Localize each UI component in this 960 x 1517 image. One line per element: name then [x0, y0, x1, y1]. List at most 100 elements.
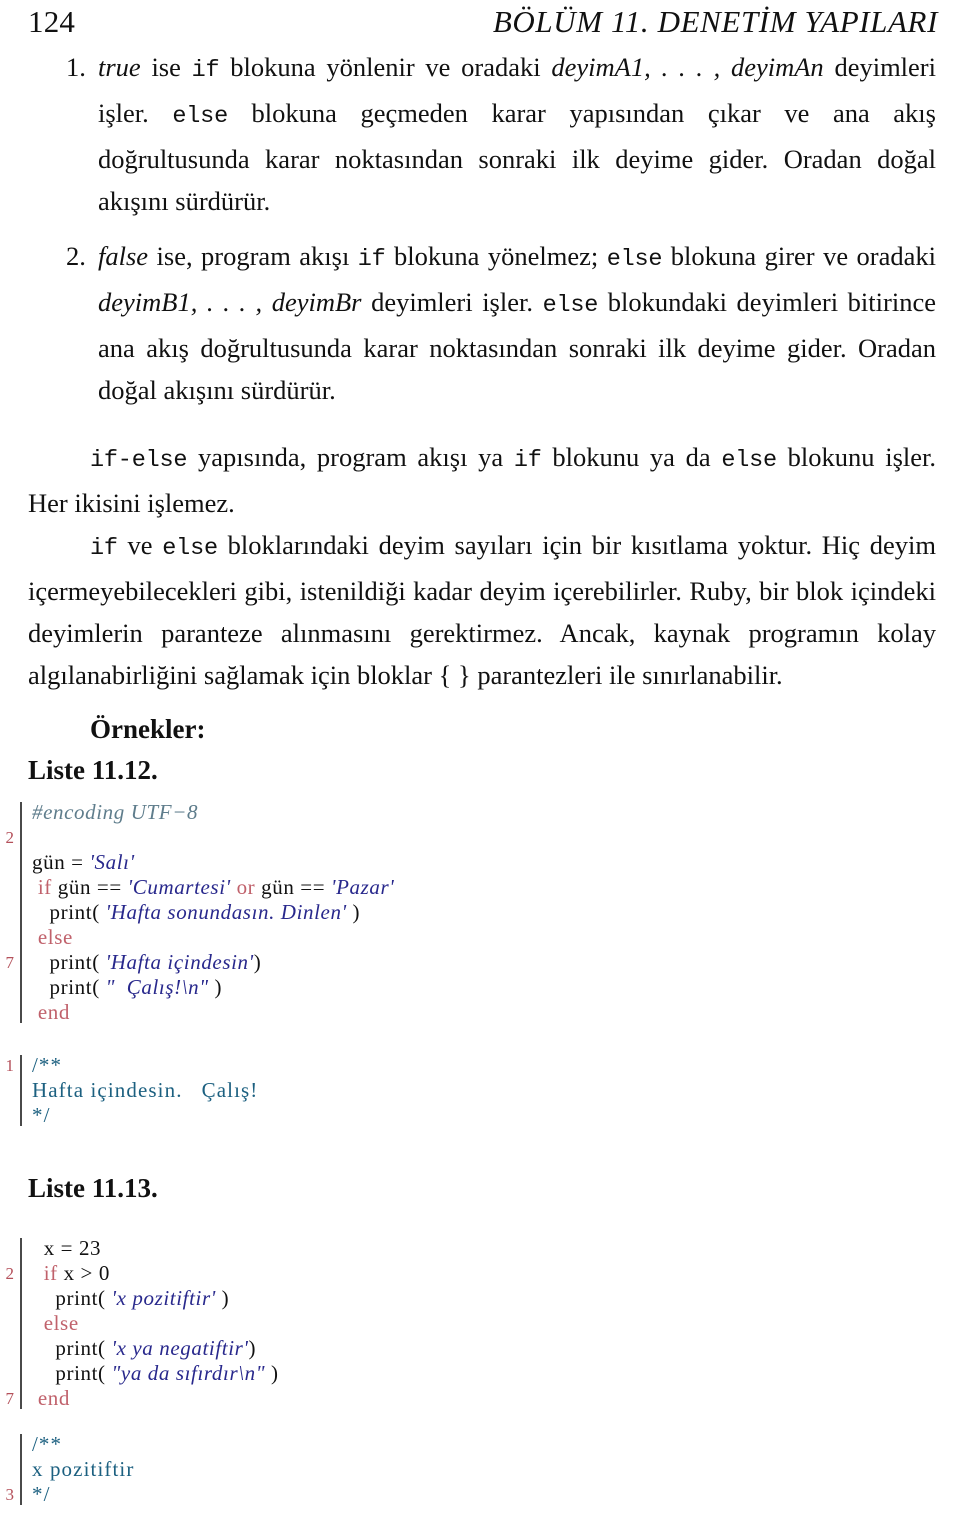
code-line: x = 23: [0, 1236, 940, 1261]
text-run-tt: else: [162, 535, 218, 562]
code-line: gün = 'Salı': [0, 850, 940, 875]
listing-caption-1113: Liste 11.13.: [28, 1173, 158, 1203]
listing-caption-1112: Liste 11.12.: [28, 755, 158, 785]
code-token-id: gün ==: [255, 875, 332, 899]
code-listing-1113-output: /** x pozitiftir 3 */: [0, 1432, 940, 1507]
text-run-tt: else: [542, 292, 599, 319]
numbered-list: 1. true ise if blokuna yönlenir ve orada…: [28, 46, 936, 411]
text-run-roman: blokuna yönlenir ve oradaki: [219, 52, 552, 82]
list-item: 2. false ise, program akışı if blokuna y…: [28, 235, 936, 411]
code-line: else: [0, 1311, 940, 1336]
text-run-roman: ise, program akışı: [148, 241, 358, 271]
code-token-id: gün =: [32, 850, 90, 874]
code-token-cm: #encoding UTF−8: [32, 800, 199, 824]
page-number: 124: [28, 4, 76, 39]
text-run-tt: else: [606, 246, 663, 273]
code-token-id: ): [215, 1286, 230, 1310]
code-line: Hafta içindesin. Çalış!: [0, 1078, 940, 1103]
text-run-roman: blokuna girer ve oradaki: [662, 241, 937, 271]
page-body: 1. true ise if blokuna yönlenir ve orada…: [28, 46, 936, 790]
code-line: print( 'x pozitiftir' ): [0, 1286, 940, 1311]
code-line-number: 1: [5, 1056, 15, 1075]
text-run-italic: false: [98, 241, 149, 271]
code-token-id: print(: [32, 975, 106, 999]
text-run-roman: blokunu ya da: [541, 442, 722, 472]
code-line: 7 end: [0, 1386, 940, 1411]
code-token-st: "ya da sıfırdır\n": [111, 1361, 266, 1385]
code-listing-1113-source: x = 23 2 if x > 0 print( 'x pozitiftir' )…: [0, 1236, 940, 1411]
text-run-tt: if: [357, 246, 386, 273]
code-listing-1112-source: #encoding UTF−8 2 gün = 'Salı' if gün == '…: [0, 800, 940, 1025]
text-run-tt: if-else: [90, 447, 188, 474]
paragraph-if-else-structure: if-else yapısında, program akışı ya if b…: [28, 436, 936, 524]
code-line: 2: [0, 825, 940, 850]
code-token-id: x > 0: [57, 1261, 110, 1285]
code-token-id: print(: [32, 1286, 112, 1310]
code-token-id: gün ==: [51, 875, 128, 899]
code-token-kw: if: [32, 1261, 58, 1285]
text-run-tt: if: [191, 57, 220, 84]
code-token-kw: else: [32, 925, 73, 949]
code-line: #encoding UTF−8: [0, 800, 940, 825]
code-token-st: 'Pazar': [331, 875, 395, 899]
text-run-tt: if: [513, 447, 542, 474]
code-token-id: print(: [32, 1336, 112, 1360]
code-line: print( 'Hafta sonundasın. Dinlen' ): [0, 900, 940, 925]
code-token-st: 'x ya negatiftir': [111, 1336, 249, 1360]
text-run-tt: if: [90, 535, 118, 562]
code-line-number: 2: [5, 1264, 15, 1283]
code-token-out: x pozitiftir: [32, 1457, 135, 1481]
text-run-roman: blokuna yönelmez;: [385, 241, 607, 271]
code-token-id: print(: [32, 1361, 112, 1385]
code-token-kw: if: [32, 875, 52, 899]
code-line: 3 */: [0, 1482, 940, 1507]
code-line: 7 print( 'Hafta içindesin'): [0, 950, 940, 975]
code-token-id: ): [208, 975, 223, 999]
code-token-id: print(: [32, 950, 106, 974]
text-run-tt: else: [172, 103, 228, 130]
output-lines: /** x pozitiftir 3 */: [0, 1432, 940, 1507]
code-token-st: 'Cumartesi': [127, 875, 231, 899]
listing-caption-block-1113: Liste 11.13.: [28, 1168, 158, 1208]
code-token-id: x = 23: [32, 1236, 102, 1260]
code-token-kw: or: [230, 875, 256, 899]
text-run-italic: true: [98, 52, 141, 82]
code-token-kw: else: [32, 1311, 79, 1335]
code-token-kw: end: [32, 1000, 70, 1024]
code-line-number: 3: [5, 1485, 15, 1504]
code-token-id: ): [248, 1336, 257, 1360]
code-listing-1112-output: 1 /** Hafta içindesin. Çalış! */: [0, 1053, 940, 1128]
code-line: x pozitiftir: [0, 1457, 940, 1482]
code-line: if gün == 'Cumartesi' or gün == 'Pazar': [0, 875, 940, 900]
code-line: 1 /**: [0, 1053, 940, 1078]
code-line: print( " Çalış!\n" ): [0, 975, 940, 1000]
code-line: */: [0, 1103, 940, 1128]
list-item: 1. true ise if blokuna yönlenir ve orada…: [28, 46, 936, 222]
code-line-number: 2: [5, 828, 15, 847]
list-marker: 2.: [66, 241, 86, 271]
code-token-id: print(: [32, 900, 106, 924]
text-run-roman: deyimleri işler.: [361, 287, 543, 317]
code-line: print( 'x ya negatiftir'): [0, 1336, 940, 1361]
code-token-id: ): [346, 900, 361, 924]
list-item-text: true ise if blokuna yönlenir ve oradaki …: [98, 46, 936, 222]
document-page: 124 BÖLÜM 11. DENETİM YAPILARI 1. true i…: [0, 0, 960, 1517]
text-run-roman: ise: [140, 52, 192, 82]
list-marker: 1.: [66, 52, 86, 82]
paragraph-statement-count: if ve else bloklarındaki deyim sayıları …: [28, 524, 936, 696]
code-token-st: " Çalış!\n": [105, 975, 209, 999]
code-line: print( "ya da sıfırdır\n" ): [0, 1361, 940, 1386]
examples-heading: Örnekler:: [90, 714, 206, 744]
code-token-st: 'Salı': [89, 850, 135, 874]
code-token-id: ): [265, 1361, 279, 1385]
code-token-st: 'x pozitiftir': [111, 1286, 216, 1310]
code-token-out: */: [32, 1482, 51, 1506]
text-run-roman: ve: [117, 530, 163, 560]
code-token-out: /**: [32, 1053, 63, 1077]
code-token-out: /**: [32, 1432, 63, 1456]
code-token-out: */: [32, 1103, 51, 1127]
code-line-number: 7: [5, 953, 15, 972]
code-line: else: [0, 925, 940, 950]
